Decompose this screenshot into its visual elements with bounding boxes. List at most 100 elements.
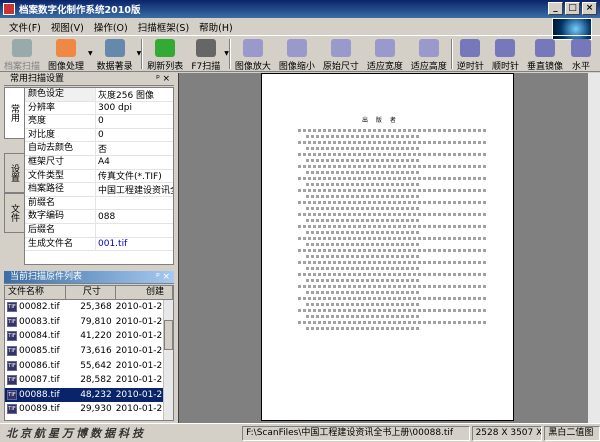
file-size: 79,810 (80, 316, 112, 327)
setting-key: 前缀名 (25, 196, 96, 210)
toolbar: 档案扫描 图像处理 ▼ 数据著录 ▼ 刷新列表 F7扫描 ▼ 图像放大 图像缩小 原始尺寸 适应宽度适… (0, 35, 600, 72)
tab-common[interactable]: 常用 (4, 87, 24, 139)
setting-key: 分辨率 (25, 101, 96, 115)
setting-row[interactable]: 颜色设定 灰度256 图像 (25, 88, 173, 102)
file-list-scrollbar[interactable] (163, 300, 173, 420)
setting-row[interactable]: 亮度 0 (25, 115, 173, 129)
toolbar-button-9[interactable]: 适应高度 (407, 36, 451, 72)
file-row[interactable]: TIF 00086.tif 55,642 2010-01-2 (5, 358, 173, 373)
status-bar: 北京航星万博数据科技 F:\ScanFiles\中国工程建设资讯全书上册\000… (0, 423, 600, 442)
setting-value[interactable]: 否 (96, 142, 173, 155)
toolbar-icon (155, 39, 176, 57)
tab-file[interactable]: 文件 (4, 193, 24, 233)
tab-settings[interactable]: 设置 (4, 153, 24, 193)
toolbar-button-1[interactable]: 图像处理 (44, 36, 88, 72)
setting-row[interactable]: 框架尺寸 A4 (25, 155, 173, 170)
tif-file-icon: TIF (7, 375, 17, 386)
document-viewer[interactable]: 出 版 者 (178, 73, 600, 423)
setting-row[interactable]: 后缀名 (25, 223, 173, 238)
page-heading: 出 版 者 (362, 117, 399, 124)
setting-key: 档案路径 (25, 183, 96, 196)
setting-value[interactable]: 灰度256 图像 (96, 88, 173, 101)
file-row[interactable]: TIF 00083.tif 79,810 2010-01-2 (5, 315, 173, 330)
close-icon[interactable]: × (162, 271, 170, 283)
setting-row[interactable]: 自动去颜色否 (25, 142, 173, 156)
column-created[interactable]: 创建 (116, 286, 173, 299)
toolbar-button-5[interactable]: 图像放大 (231, 36, 275, 72)
pin-icon[interactable]: ᵖ (156, 73, 160, 85)
file-row[interactable]: TIF 00087.tif 28,582 2010-01-2 (5, 373, 173, 388)
setting-value[interactable]: 300 dpi (96, 103, 173, 113)
title-bar: 档案数字化制作系统2010版 _ □ × (0, 0, 600, 18)
menu-help[interactable]: 帮助(H) (194, 20, 238, 34)
toolbar-button-13[interactable]: 水平 (567, 36, 595, 72)
toolbar-button-0[interactable]: 档案扫描 (0, 36, 44, 72)
toolbar-button-7[interactable]: 原始尺寸 (319, 36, 363, 72)
close-button[interactable]: × (582, 2, 597, 15)
setting-value[interactable]: 0 (96, 116, 173, 126)
tif-file-icon: TIF (7, 346, 17, 357)
menu-view[interactable]: 视图(V) (46, 20, 89, 34)
toolbar-button-8[interactable]: 适应宽度 (363, 36, 407, 72)
toolbar-label: 原始尺寸 (322, 62, 359, 72)
setting-row[interactable]: 对比度 0 (25, 128, 173, 143)
toolbar-button-10[interactable]: 逆时针 (453, 36, 488, 72)
viewer-scrollbar[interactable] (588, 73, 600, 423)
toolbar-label: 适应宽度 (366, 62, 403, 72)
setting-row[interactable]: 文件类型 传真文件(*.TIF) (25, 169, 173, 184)
toolbar-icon (56, 39, 77, 57)
setting-row[interactable]: 分辨率 300 dpi (25, 101, 173, 116)
toolbar-button-6[interactable]: 图像缩小 (275, 36, 319, 72)
column-size[interactable]: 尺寸 (66, 286, 116, 299)
text-line (298, 297, 488, 300)
maximize-button[interactable]: □ (565, 2, 580, 15)
toolbar-button-3[interactable]: 刷新列表 (143, 36, 187, 72)
column-name[interactable]: 文件名称 (5, 286, 67, 299)
setting-value[interactable]: 0 (96, 130, 173, 140)
text-line (306, 183, 420, 186)
text-line (298, 285, 488, 288)
menu-operate[interactable]: 操作(O) (89, 20, 133, 34)
setting-value[interactable]: 001.tif (96, 239, 173, 249)
pin-icon[interactable]: ᵖ (156, 271, 160, 283)
settings-tabs: 常用 设置 文件 (4, 87, 24, 265)
file-row[interactable]: TIF 00085.tif 73,616 2010-01-2 (5, 344, 173, 359)
text-line (298, 153, 488, 156)
text-line (298, 321, 488, 324)
text-line (298, 309, 488, 312)
file-list-title: 当前扫描原件列表 (10, 272, 83, 282)
setting-value[interactable]: 中国工程建设资讯全 (96, 183, 173, 196)
tif-file-icon: TIF (7, 389, 17, 400)
file-size: 28,582 (80, 375, 112, 386)
toolbar-button-2[interactable]: 数据著录 (93, 36, 137, 72)
setting-row[interactable]: 数字编码 088 (25, 210, 173, 224)
file-row[interactable]: TIF 00084.tif 41,220 2010-01-2 (5, 329, 173, 344)
toolbar-icon (330, 39, 351, 57)
toolbar-label: 数据著录 (96, 62, 133, 72)
menu-file[interactable]: 文件(F) (4, 20, 46, 34)
setting-row[interactable]: 生成文件名 001.tif (25, 237, 173, 252)
file-row[interactable]: TIF 00088.tif 48,232 2010-01-2 (5, 387, 173, 403)
setting-value[interactable]: 088 (96, 212, 173, 222)
setting-row[interactable]: 档案路径 中国工程建设资讯全 (25, 183, 173, 197)
toolbar-label: 档案扫描 (4, 62, 41, 72)
toolbar-button-12[interactable]: 垂直镜像 (523, 36, 567, 72)
file-row[interactable]: TIF 00089.tif 29,930 2010-01-2 (5, 402, 173, 417)
close-icon[interactable]: × (162, 73, 170, 85)
file-size: 25,368 (80, 302, 112, 313)
toolbar-button-11[interactable]: 顺时针 (488, 36, 523, 72)
text-line (298, 189, 488, 192)
minimize-button[interactable]: _ (548, 2, 563, 15)
setting-row[interactable]: 前缀名 (25, 196, 173, 211)
toolbar-button-4[interactable]: F7扫描 (187, 36, 224, 72)
setting-value[interactable]: A4 (96, 157, 173, 167)
setting-key: 颜色设定 (25, 88, 96, 101)
text-line (306, 255, 420, 258)
scan-settings-header: 常用扫描设置 ᵖ × (4, 73, 174, 86)
file-row[interactable]: TIF 00082.tif 25,368 2010-01-2 (5, 300, 173, 315)
toolbar-icon (12, 39, 32, 57)
text-line (298, 129, 488, 132)
setting-value[interactable]: 传真文件(*.TIF) (96, 169, 173, 182)
toolbar-icon (495, 39, 516, 57)
menu-scan-frame[interactable]: 扫描框架(S) (133, 20, 194, 34)
